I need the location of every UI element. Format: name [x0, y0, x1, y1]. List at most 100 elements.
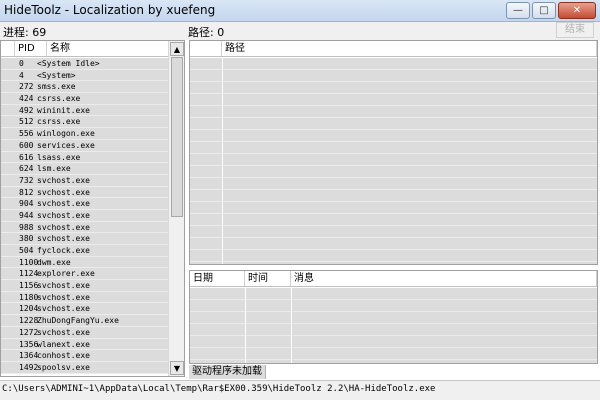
- process-row[interactable]: 904 svchost.exe: [1, 198, 169, 210]
- process-pid: 1492: [19, 362, 39, 372]
- process-name: lsass.exe: [37, 152, 81, 162]
- process-row[interactable]: 732 svchost.exe: [1, 174, 169, 187]
- driver-status-label: 驱动程序未加载: [189, 365, 266, 379]
- process-list[interactable]: PID 名称 0 <System Idle> 4 <System> 272 smss.ex…: [0, 40, 185, 377]
- process-row[interactable]: 272 smss.exe: [1, 81, 169, 94]
- process-name: svchost.exe: [37, 222, 90, 232]
- process-pid: 272: [19, 82, 34, 92]
- process-name: wininit.exe: [37, 105, 90, 115]
- process-name: svchost.exe: [37, 199, 90, 209]
- process-row[interactable]: 1492 spoolsv.exe: [1, 361, 169, 374]
- process-pid: 944: [19, 210, 34, 220]
- process-row[interactable]: 556 winlogon.exe: [1, 128, 169, 140]
- process-row[interactable]: 0 <System Idle>: [1, 58, 169, 70]
- process-pid: 624: [19, 164, 34, 174]
- process-row[interactable]: 1272 svchost.exe: [1, 326, 169, 339]
- window-controls: — □ ✕: [504, 2, 596, 19]
- path-list-header: 路径: [190, 41, 597, 57]
- process-name: services.exe: [37, 140, 95, 150]
- header-spacer: [1, 41, 15, 56]
- column-header-time[interactable]: 时间: [245, 271, 291, 286]
- maximize-icon: □: [539, 5, 549, 16]
- minimize-button[interactable]: —: [506, 2, 530, 19]
- process-pid: 492: [19, 105, 34, 115]
- process-row[interactable]: 944 svchost.exe: [1, 209, 169, 222]
- process-row[interactable]: 600 services.exe: [1, 139, 169, 152]
- process-pid: 1204: [19, 304, 39, 314]
- log-list-body: [190, 288, 597, 363]
- process-pid: 380: [19, 234, 34, 244]
- info-row: 进程: 69 路径: 0 结束: [0, 22, 600, 40]
- process-row[interactable]: 1228 ZhuDongFangYu.exe: [1, 315, 169, 327]
- process-name: svchost.exe: [37, 210, 90, 220]
- window-title: HideToolz - Localization by xuefeng: [4, 3, 216, 17]
- column-header-path[interactable]: 路径: [222, 41, 597, 56]
- process-pid: 1356: [19, 339, 39, 349]
- process-row[interactable]: 1204 svchost.exe: [1, 303, 169, 316]
- path-list[interactable]: 路径: [189, 40, 598, 265]
- scroll-down-button[interactable]: ▼: [170, 361, 184, 375]
- process-pid: 504: [19, 246, 34, 255]
- process-row[interactable]: 812 svchost.exe: [1, 186, 169, 199]
- process-pid: 1180: [19, 292, 39, 302]
- column-divider: [245, 288, 246, 363]
- process-name: <System Idle>: [37, 59, 100, 68]
- process-name: wlanext.exe: [37, 339, 90, 349]
- process-name: svchost.exe: [37, 234, 90, 244]
- process-pid: 1100: [19, 257, 39, 267]
- process-row[interactable]: 380 svchost.exe: [1, 233, 169, 245]
- process-name: conhost.exe: [37, 351, 90, 361]
- process-row[interactable]: 1356 wlanext.exe: [1, 338, 169, 351]
- process-name: winlogon.exe: [37, 129, 95, 139]
- column-header-pid[interactable]: PID: [15, 41, 47, 56]
- title-bar[interactable]: HideToolz - Localization by xuefeng — □ …: [0, 0, 600, 22]
- process-row[interactable]: 1100 dwm.exe: [1, 256, 169, 269]
- process-row[interactable]: 616 lsass.exe: [1, 151, 169, 164]
- process-pid: 1228: [19, 316, 39, 326]
- process-name: svchost.exe: [37, 327, 90, 337]
- column-header-name[interactable]: 名称: [47, 41, 169, 56]
- process-row[interactable]: 988 svchost.exe: [1, 221, 169, 234]
- process-pid: 1272: [19, 327, 39, 337]
- process-pid: 0: [19, 59, 24, 68]
- log-list-header: 日期 时间 消息: [190, 271, 597, 287]
- arrow-up-icon: ▲: [173, 45, 181, 54]
- maximize-button[interactable]: □: [532, 2, 556, 19]
- process-row[interactable]: 504 fyclock.exe: [1, 245, 169, 257]
- close-button[interactable]: ✕: [558, 2, 596, 19]
- path-list-body: [190, 58, 597, 264]
- column-divider: [222, 58, 223, 264]
- process-row[interactable]: 1156 svchost.exe: [1, 280, 169, 292]
- path-count-label: 路径: 0: [188, 26, 225, 39]
- process-name: spoolsv.exe: [37, 362, 90, 372]
- scroll-up-button[interactable]: ▲: [170, 42, 184, 56]
- process-row[interactable]: 4 <System>: [1, 69, 169, 82]
- process-pid: 904: [19, 199, 34, 209]
- process-row[interactable]: 424 csrss.exe: [1, 93, 169, 105]
- process-list-scrollbar[interactable]: ▲ ▼: [168, 41, 184, 376]
- process-pid: 1364: [19, 351, 39, 361]
- column-header-date[interactable]: 日期: [190, 271, 245, 286]
- log-list[interactable]: 日期 时间 消息: [189, 270, 598, 364]
- process-rows: 0 <System Idle> 4 <System> 272 smss.exe 424 csr…: [1, 58, 169, 376]
- process-name: explorer.exe: [37, 269, 95, 279]
- process-row[interactable]: 1124 explorer.exe: [1, 268, 169, 281]
- process-row[interactable]: 1180 svchost.exe: [1, 291, 169, 304]
- process-name: lsm.exe: [37, 164, 71, 174]
- process-name: svchost.exe: [37, 281, 90, 291]
- scroll-thumb[interactable]: [171, 57, 183, 217]
- process-row[interactable]: 492 wininit.exe: [1, 104, 169, 117]
- process-pid: 812: [19, 187, 34, 197]
- process-pid: 4: [19, 70, 24, 80]
- kill-process-button[interactable]: 结束: [556, 22, 594, 38]
- executable-path: C:\Users\ADMINI~1\AppData\Local\Temp\Rar…: [2, 384, 436, 394]
- column-header-message[interactable]: 消息: [291, 271, 597, 286]
- process-row[interactable]: 624 lsm.exe: [1, 163, 169, 175]
- process-name: <System>: [37, 70, 76, 80]
- process-name: svchost.exe: [37, 187, 90, 197]
- process-row[interactable]: 1364 conhost.exe: [1, 350, 169, 362]
- process-name: smss.exe: [37, 82, 76, 92]
- process-row[interactable]: 512 csrss.exe: [1, 116, 169, 129]
- process-name: ZhuDongFangYu.exe: [37, 316, 119, 326]
- close-icon: ✕: [572, 5, 582, 16]
